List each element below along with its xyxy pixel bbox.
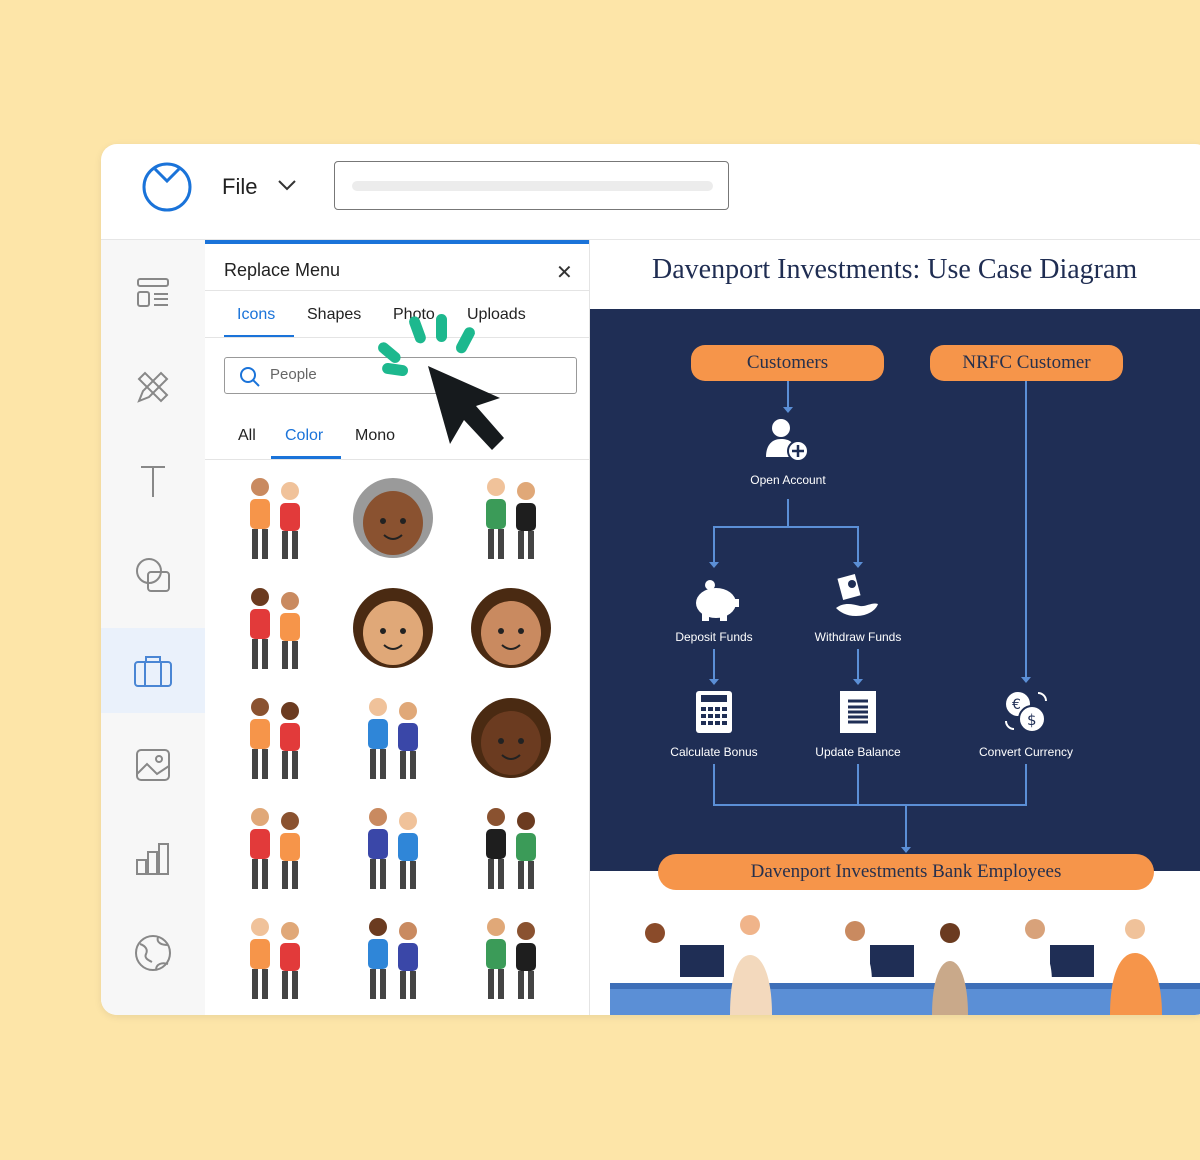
image-icon bbox=[136, 748, 170, 781]
panel-accent-bar bbox=[205, 240, 589, 244]
pencil-ruler-icon bbox=[137, 371, 169, 403]
people-icon-option[interactable] bbox=[225, 470, 325, 565]
app-window: File Replace Menu ✕ Icons Shapes Photo U… bbox=[101, 144, 1200, 1015]
ledger-icon bbox=[840, 691, 876, 733]
withdraw-cash-icon bbox=[836, 574, 878, 616]
use-case-update-balance[interactable]: Update Balance bbox=[788, 745, 928, 759]
bank-employees-illustration bbox=[610, 915, 1200, 1015]
diagram-panel: Customers NRFC Customer Open Account Dep… bbox=[590, 309, 1200, 871]
person-figure-icon bbox=[486, 477, 536, 559]
person-figure-icon bbox=[368, 807, 418, 889]
diagram-title[interactable]: Davenport Investments: Use Case Diagram bbox=[652, 254, 1137, 286]
people-icon-option[interactable] bbox=[461, 690, 561, 785]
app-logo-icon[interactable] bbox=[141, 161, 193, 213]
svg-text:€: € bbox=[1012, 697, 1021, 713]
sidebar-item-icons[interactable] bbox=[101, 628, 205, 713]
tab-icons[interactable]: Icons bbox=[237, 306, 275, 324]
person-face-icon bbox=[353, 587, 433, 668]
person-figure-icon bbox=[486, 807, 536, 889]
shapes-icon bbox=[136, 557, 170, 592]
people-icon-option[interactable] bbox=[343, 800, 443, 895]
people-icon-option[interactable] bbox=[225, 910, 325, 1005]
placeholder-bar bbox=[352, 181, 713, 191]
people-icon-option[interactable] bbox=[343, 470, 443, 565]
panel-title: Replace Menu bbox=[224, 260, 341, 280]
layout-icon bbox=[137, 277, 169, 307]
people-icon-option[interactable] bbox=[225, 800, 325, 895]
sidebar-item-shapes[interactable] bbox=[101, 532, 205, 617]
actor-bank-employees[interactable]: Davenport Investments Bank Employees bbox=[658, 854, 1154, 890]
svg-text:$: $ bbox=[1027, 711, 1037, 729]
chart-icon bbox=[136, 842, 169, 875]
connector-lines bbox=[709, 379, 1031, 853]
person-figure-icon bbox=[250, 697, 300, 779]
tab-shapes[interactable]: Shapes bbox=[307, 306, 361, 324]
person-face-icon bbox=[353, 477, 433, 558]
diagram-canvas[interactable]: Davenport Investments: Use Case Diagram … bbox=[590, 240, 1200, 1015]
person-figure-icon bbox=[250, 587, 300, 669]
cursor-click-icon bbox=[378, 314, 504, 450]
document-title-input[interactable] bbox=[334, 161, 729, 210]
search-icon bbox=[240, 367, 260, 387]
people-icon-option[interactable] bbox=[225, 690, 325, 785]
use-case-calculate-bonus[interactable]: Calculate Bonus bbox=[644, 745, 784, 759]
actor-customers[interactable]: Customers bbox=[691, 345, 884, 381]
sidebar-item-maps[interactable] bbox=[101, 910, 205, 995]
people-icon-option[interactable] bbox=[343, 690, 443, 785]
currency-exchange-icon: €$ bbox=[1005, 692, 1047, 733]
actor-nrfc-customer[interactable]: NRFC Customer bbox=[930, 345, 1123, 381]
people-icon-option[interactable] bbox=[461, 910, 561, 1005]
divider bbox=[205, 290, 589, 291]
sidebar-item-charts[interactable] bbox=[101, 816, 205, 901]
person-figure-icon bbox=[368, 917, 418, 999]
person-figure-icon bbox=[250, 917, 300, 999]
briefcase-icon bbox=[134, 655, 172, 687]
file-menu[interactable]: File bbox=[222, 174, 257, 200]
people-icon-option[interactable] bbox=[225, 580, 325, 675]
sidebar-item-images[interactable] bbox=[101, 722, 205, 807]
globe-icon bbox=[135, 934, 171, 971]
filter-color[interactable]: Color bbox=[285, 427, 323, 445]
people-icon-option[interactable] bbox=[461, 800, 561, 895]
person-figure-icon bbox=[250, 807, 300, 889]
filter-all[interactable]: All bbox=[238, 427, 256, 445]
top-bar: File bbox=[101, 144, 1200, 240]
person-figure-icon bbox=[250, 477, 300, 559]
sidebar-item-design[interactable] bbox=[101, 344, 205, 429]
person-figure-icon bbox=[368, 697, 418, 779]
person-face-icon bbox=[471, 587, 551, 668]
person-face-icon bbox=[471, 697, 551, 778]
use-case-withdraw-funds[interactable]: Withdraw Funds bbox=[788, 630, 928, 644]
calculator-icon bbox=[696, 691, 732, 733]
people-icon-option[interactable] bbox=[343, 580, 443, 675]
chevron-down-icon[interactable] bbox=[277, 178, 297, 192]
piggy-bank-icon bbox=[696, 580, 739, 621]
people-icon-option[interactable] bbox=[461, 580, 561, 675]
text-icon bbox=[141, 465, 165, 497]
use-case-open-account[interactable]: Open Account bbox=[718, 473, 858, 487]
sidebar-item-text[interactable] bbox=[101, 438, 205, 523]
use-case-convert-currency[interactable]: Convert Currency bbox=[956, 745, 1096, 759]
person-figure-icon bbox=[486, 917, 536, 999]
people-icon-option[interactable] bbox=[343, 910, 443, 1005]
close-icon[interactable]: ✕ bbox=[556, 260, 573, 285]
sidebar bbox=[101, 240, 205, 1015]
use-case-deposit-funds[interactable]: Deposit Funds bbox=[644, 630, 784, 644]
people-icon-option[interactable] bbox=[461, 470, 561, 565]
sidebar-item-templates[interactable] bbox=[101, 250, 205, 335]
add-user-icon bbox=[766, 419, 809, 462]
